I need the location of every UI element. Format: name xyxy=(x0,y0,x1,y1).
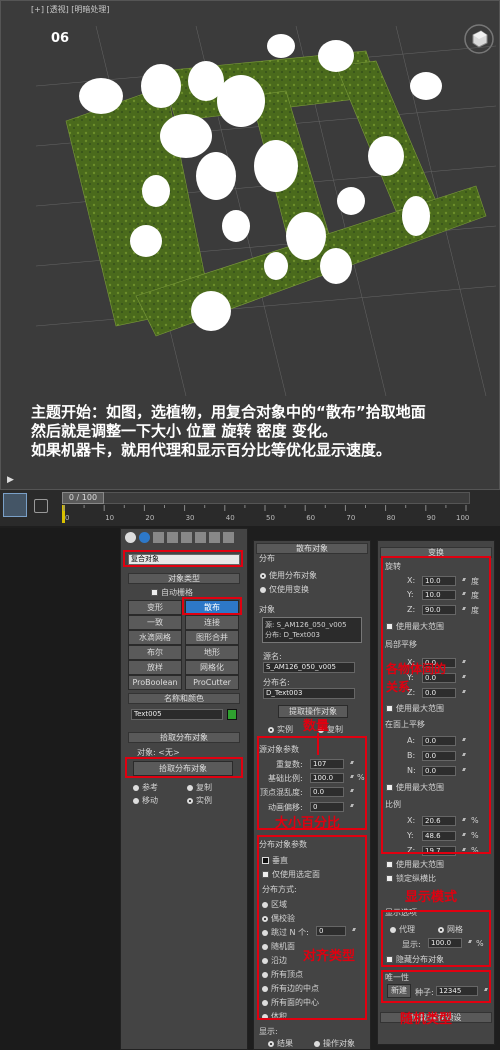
panel-tabs xyxy=(125,532,243,544)
move-radio[interactable]: 移动 xyxy=(133,795,158,806)
annotation-size: 大小百分比 xyxy=(275,816,341,831)
ruler-tick-label: 10 xyxy=(105,514,114,522)
use-dist-object-label: 使用分布对象 xyxy=(269,571,317,580)
highlight-pick-button xyxy=(125,757,243,778)
transforms-only-label: 仅使用变换 xyxy=(269,585,309,594)
object-type-header[interactable]: 对象类型 xyxy=(128,573,240,584)
ruler-tick-label: 0 xyxy=(65,514,69,522)
object-color-swatch[interactable] xyxy=(227,709,237,720)
caption-line: 然后就是调整一下大小 位置 旋转 密度 变化。 xyxy=(31,422,337,440)
pick-dist-header[interactable]: 拾取分布对象 xyxy=(128,732,240,743)
ruler-tick-label: 60 xyxy=(306,514,315,522)
ruler-tick-label: 100 xyxy=(456,514,469,522)
viewport-layout-icon[interactable] xyxy=(3,493,27,517)
use-dist-object-radio[interactable]: 使用分布对象 xyxy=(260,570,317,581)
systems-icon[interactable] xyxy=(223,532,234,543)
morph-button[interactable]: 变形 xyxy=(128,600,182,615)
ruler-tick-label: 80 xyxy=(387,514,396,522)
extract-instance-radio[interactable]: 实例 xyxy=(268,724,293,735)
objects-title: 对象 xyxy=(259,605,275,614)
proboolean-button[interactable]: ProBoolean xyxy=(128,675,182,690)
scene-render xyxy=(36,26,496,396)
connect-button[interactable]: 连接 xyxy=(185,615,239,630)
caption: 主题开始：如图，选植物，用复合对象中的“散布”拾取地面 然后就是调整一下大小 位… xyxy=(31,403,499,460)
cameras-icon[interactable] xyxy=(181,532,192,543)
autogrid-label: 自动栅格 xyxy=(161,588,193,597)
copy-radio[interactable]: 复制 xyxy=(187,782,212,793)
dist-name-field[interactable]: D_Text003 xyxy=(263,688,355,699)
lights-icon[interactable] xyxy=(167,532,178,543)
ruler-tick-label: 90 xyxy=(427,514,436,522)
highlight-dist-params xyxy=(257,835,367,1020)
conform-button[interactable]: 一致 xyxy=(128,615,182,630)
ruler-tick-label: 50 xyxy=(266,514,275,522)
source-name-label: 源名: xyxy=(263,652,282,661)
time-slider-handle[interactable]: 0 / 100 xyxy=(62,492,104,504)
extract-instance-label: 实例 xyxy=(277,725,293,734)
mesher-button[interactable]: 网格化 xyxy=(185,660,239,675)
shapemerge-button[interactable]: 图形合并 xyxy=(185,630,239,645)
copy-label: 复制 xyxy=(196,783,212,792)
procutter-button[interactable]: ProCutter xyxy=(185,675,239,690)
time-slider[interactable] xyxy=(62,492,470,504)
instance-radio[interactable]: 实例 xyxy=(187,795,212,806)
boolean-button[interactable]: 布尔 xyxy=(128,645,182,660)
display-operand-label: 操作对象 xyxy=(323,1039,355,1048)
ruler-tick-label: 40 xyxy=(226,514,235,522)
highlight-display-options xyxy=(381,910,491,967)
display-operand-radio[interactable]: 操作对象 xyxy=(314,1038,355,1049)
highlight-uniqueness xyxy=(381,970,491,1003)
sc-max-checkbox[interactable]: 使用最大范围 xyxy=(386,859,444,870)
lock-aspect-label: 锁定纵横比 xyxy=(396,874,436,883)
annotation-align: 对齐类型 xyxy=(303,949,356,964)
move-label: 移动 xyxy=(142,796,158,805)
transforms-only-radio[interactable]: 仅使用变换 xyxy=(260,584,309,595)
time-ruler[interactable]: 0 10 20 30 40 50 60 70 80 90 100 xyxy=(62,505,470,525)
helpers-icon[interactable] xyxy=(195,532,206,543)
play-icon[interactable]: ▶ xyxy=(7,475,14,485)
caption-line: 主题开始：如图，选植物，用复合对象中的“散布”拾取地面 xyxy=(31,403,426,421)
lock-aspect-checkbox[interactable]: 锁定纵横比 xyxy=(386,873,436,884)
create-tab-icon[interactable] xyxy=(125,532,136,543)
ruler-tick-label: 70 xyxy=(346,514,355,522)
display-result-radio[interactable]: 结果 xyxy=(268,1038,293,1049)
spacewarps-icon[interactable] xyxy=(209,532,220,543)
ruler-tick-label: 30 xyxy=(186,514,195,522)
ruler-tick-label: 20 xyxy=(145,514,154,522)
shapes-icon[interactable] xyxy=(153,532,164,543)
reference-label: 参考 xyxy=(142,783,158,792)
operand-source[interactable]: 源: S_AM126_050_v005 xyxy=(265,620,359,630)
reference-radio[interactable]: 参考 xyxy=(133,782,158,793)
display-result-label: 结果 xyxy=(277,1039,293,1048)
annotation-display-mode: 显示模式 xyxy=(405,890,458,905)
sc-max-label: 使用最大范围 xyxy=(396,860,444,869)
dist-name-label: 分布名: xyxy=(263,678,290,687)
geometry-icon[interactable] xyxy=(139,532,150,543)
annotation-random: 随机类型 xyxy=(400,1012,453,1027)
loft-button[interactable]: 放样 xyxy=(128,660,182,675)
annotation-count-line xyxy=(317,733,319,755)
annotation-relation: 各物体间的 关系 xyxy=(386,662,447,694)
operand-list[interactable]: 源: S_AM126_050_v005 分布: D_Text003 xyxy=(262,617,362,643)
track-icon[interactable] xyxy=(34,499,48,513)
name-color-header[interactable]: 名称和颜色 xyxy=(128,693,240,704)
viewport[interactable]: [+] [透视] [明暗处理] 06 主题开始：如图，选植物，用复合对象中的“散… xyxy=(0,0,500,490)
caption-line: 如果机器卡，就用代理和显示百分比等优化显示速度。 xyxy=(31,441,392,459)
highlight-scatter xyxy=(182,597,242,615)
highlight-transform xyxy=(381,556,491,854)
source-name-field[interactable]: S_AM126_050_v005 xyxy=(263,662,355,673)
annotation-count: 数量 xyxy=(303,719,330,734)
object-name-field[interactable]: Text005 xyxy=(131,709,223,720)
left-blank-area xyxy=(0,528,120,1050)
operand-dist[interactable]: 分布: D_Text003 xyxy=(265,630,359,640)
blobmesh-button[interactable]: 水滴网格 xyxy=(128,630,182,645)
display-title: 显示: xyxy=(259,1027,278,1036)
extract-copy-label: 复制 xyxy=(327,725,343,734)
highlight-dropdown xyxy=(123,550,243,567)
distribution-title: 分布 xyxy=(259,554,275,563)
terrain-button[interactable]: 地形 xyxy=(185,645,239,660)
viewport-label[interactable]: [+] [透视] [明暗处理] xyxy=(31,4,110,15)
instance-label: 实例 xyxy=(196,796,212,805)
